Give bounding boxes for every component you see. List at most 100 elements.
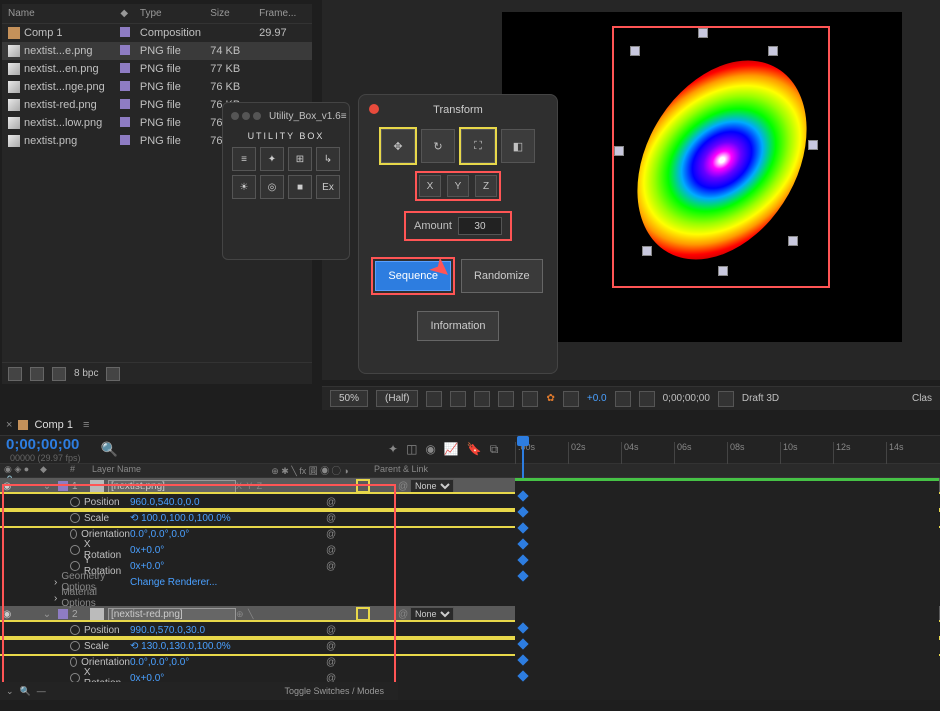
information-button[interactable]: Information bbox=[417, 311, 498, 341]
reset-exposure-icon[interactable] bbox=[563, 391, 579, 407]
pickwhip-icon[interactable]: @ bbox=[398, 609, 410, 620]
region-icon[interactable] bbox=[498, 391, 514, 407]
project-row[interactable]: Comp 1Composition29.97 bbox=[2, 24, 312, 42]
transform-handle[interactable] bbox=[698, 28, 708, 38]
color-icon[interactable]: ✿ bbox=[546, 393, 554, 404]
current-timecode[interactable]: 0;00;00;00 bbox=[6, 436, 81, 453]
visibility-toggle-icon[interactable]: ◉ bbox=[0, 609, 14, 620]
motion-blur-icon[interactable]: ◉ bbox=[425, 442, 435, 457]
pickwhip-icon[interactable]: @ bbox=[326, 561, 336, 572]
project-row[interactable]: nextist...en.pngPNG file77 KB bbox=[2, 60, 312, 78]
property-value[interactable]: ⟲ 100.0,100.0,100.0% bbox=[130, 513, 290, 524]
new-folder-icon[interactable] bbox=[30, 367, 44, 381]
renderer-label[interactable]: Clas bbox=[912, 393, 932, 404]
label-color-icon[interactable] bbox=[120, 45, 130, 55]
twirl-icon[interactable]: › bbox=[54, 577, 57, 588]
ub-ex-icon[interactable]: Ex bbox=[316, 175, 340, 199]
keyframe-icon[interactable] bbox=[517, 670, 528, 681]
graph-icon[interactable]: 📈 bbox=[444, 442, 459, 457]
timeline-tab-name[interactable]: Comp 1 bbox=[34, 419, 73, 431]
exposure-value[interactable]: +0.0 bbox=[587, 393, 607, 404]
pickwhip-icon[interactable]: @ bbox=[326, 497, 336, 508]
transform-handle[interactable] bbox=[788, 236, 798, 246]
property-value[interactable]: 990.0,570.0,30.0 bbox=[130, 625, 290, 636]
scale-mode-icon[interactable]: ⛶ bbox=[461, 129, 495, 163]
parent-dropdown[interactable]: None bbox=[410, 607, 454, 621]
label-color-icon[interactable] bbox=[120, 99, 130, 109]
visibility-toggle-icon[interactable]: ◉ bbox=[0, 481, 14, 492]
layername-col[interactable]: Layer Name bbox=[92, 464, 252, 477]
keyframe-icon[interactable] bbox=[517, 554, 528, 565]
col-name[interactable]: Name bbox=[8, 8, 120, 19]
stopwatch-icon[interactable] bbox=[70, 625, 80, 635]
zoom-timeline-icon[interactable]: — bbox=[37, 686, 46, 696]
utility-box-panel[interactable]: Utility_Box_v1.6 ≡ UTILITY BOX ≡ ✦ ⊞ ↳ ☀… bbox=[222, 102, 350, 260]
transform-handle[interactable] bbox=[614, 146, 624, 156]
layer-switches[interactable]: ⊕ ╲ bbox=[236, 609, 352, 620]
label-color-icon[interactable] bbox=[120, 81, 130, 91]
pickwhip-icon[interactable]: @ bbox=[326, 625, 336, 636]
sequence-button[interactable]: Sequence bbox=[375, 261, 451, 291]
position-mode-icon[interactable]: ✥ bbox=[381, 129, 415, 163]
ub-sun-icon[interactable]: ☀ bbox=[232, 175, 256, 199]
label-color-icon[interactable] bbox=[58, 481, 68, 491]
tab-menu-icon[interactable]: ≡ bbox=[83, 419, 89, 431]
label-color-icon[interactable] bbox=[120, 27, 130, 37]
pickwhip-icon[interactable]: @ bbox=[398, 481, 410, 492]
ub-target-icon[interactable]: ◎ bbox=[260, 175, 284, 199]
visibility-col[interactable]: ◉ ◈ ● 🔒 bbox=[0, 464, 40, 477]
stopwatch-icon[interactable] bbox=[70, 513, 80, 523]
close-tab-icon[interactable]: × bbox=[6, 419, 12, 431]
ub-align-icon[interactable]: ≡ bbox=[232, 147, 256, 171]
label-color-icon[interactable] bbox=[120, 63, 130, 73]
snap-icon[interactable]: ⧉ bbox=[490, 442, 499, 457]
layer-name[interactable]: [nextist.png] bbox=[108, 480, 236, 493]
property-value[interactable]: ⟲ 130.0,130.0,100.0% bbox=[130, 641, 290, 652]
transform-handle[interactable] bbox=[718, 266, 728, 276]
rotation-mode-icon[interactable]: ↻ bbox=[421, 129, 455, 163]
twirl-icon[interactable]: ⌄ bbox=[40, 481, 54, 492]
stopwatch-icon[interactable] bbox=[70, 529, 77, 539]
transform-handle[interactable] bbox=[808, 140, 818, 150]
window-traffic-lights[interactable] bbox=[231, 112, 261, 120]
parent-col[interactable]: Parent & Link bbox=[368, 464, 478, 477]
col-frame[interactable]: Frame... bbox=[259, 8, 306, 19]
property-value[interactable]: 0.0°,0.0°,0.0° bbox=[130, 529, 290, 540]
transform-handle[interactable] bbox=[642, 246, 652, 256]
stopwatch-icon[interactable] bbox=[70, 657, 77, 667]
ub-anchor-icon[interactable]: ✦ bbox=[260, 147, 284, 171]
col-type[interactable]: Type bbox=[140, 8, 210, 19]
switches-col[interactable]: ⊕ ✱ ╲ fx 圓 ◉ ◯ ◑ bbox=[252, 464, 368, 477]
layer-name[interactable]: [nextist-red.png] bbox=[108, 608, 236, 621]
close-icon[interactable] bbox=[369, 104, 379, 114]
keyframe-icon[interactable] bbox=[517, 538, 528, 549]
group-value[interactable]: Change Renderer... bbox=[130, 577, 290, 588]
snapshot-icon[interactable] bbox=[615, 391, 631, 407]
parent-dropdown[interactable]: None bbox=[410, 479, 454, 493]
label-color-icon[interactable] bbox=[120, 135, 130, 145]
transform-panel[interactable]: Transform ✥ ↻ ⛶ ◧ X Y Z Amount Sequence … bbox=[358, 94, 558, 374]
utility-box-titlebar[interactable]: Utility_Box_v1.6 ≡ bbox=[227, 107, 345, 125]
keyframe-icon[interactable] bbox=[517, 654, 528, 665]
zoom-dropdown[interactable]: 50% bbox=[330, 390, 368, 407]
toggle-switches-button[interactable]: Toggle Switches / Modes bbox=[284, 686, 384, 696]
grid-icon[interactable] bbox=[426, 391, 442, 407]
axis-y-button[interactable]: Y bbox=[447, 175, 469, 197]
bpc-label[interactable]: 8 bpc bbox=[74, 368, 98, 379]
project-row[interactable]: nextist...nge.pngPNG file76 KB bbox=[2, 78, 312, 96]
col-tag[interactable]: ◆ bbox=[120, 8, 140, 19]
keyframe-icon[interactable] bbox=[517, 522, 528, 533]
pickwhip-icon[interactable]: @ bbox=[326, 529, 336, 540]
label-color-icon[interactable] bbox=[58, 609, 68, 619]
transform-handle[interactable] bbox=[768, 46, 778, 56]
ub-grid-icon[interactable]: ⊞ bbox=[288, 147, 312, 171]
draft3d-label[interactable]: Draft 3D bbox=[742, 393, 779, 404]
label-color-icon[interactable] bbox=[120, 117, 130, 127]
timeline-ruler[interactable]: :00s 02s 04s 06s 08s 10s 12s 14s bbox=[515, 442, 939, 464]
guides-icon[interactable] bbox=[450, 391, 466, 407]
keyframe-icon[interactable] bbox=[517, 506, 528, 517]
pickwhip-icon[interactable]: @ bbox=[326, 545, 336, 556]
preview-timecode[interactable]: 0;00;00;00 bbox=[663, 393, 710, 404]
3d-switch-icon[interactable] bbox=[356, 607, 370, 621]
axis-z-button[interactable]: Z bbox=[475, 175, 497, 197]
